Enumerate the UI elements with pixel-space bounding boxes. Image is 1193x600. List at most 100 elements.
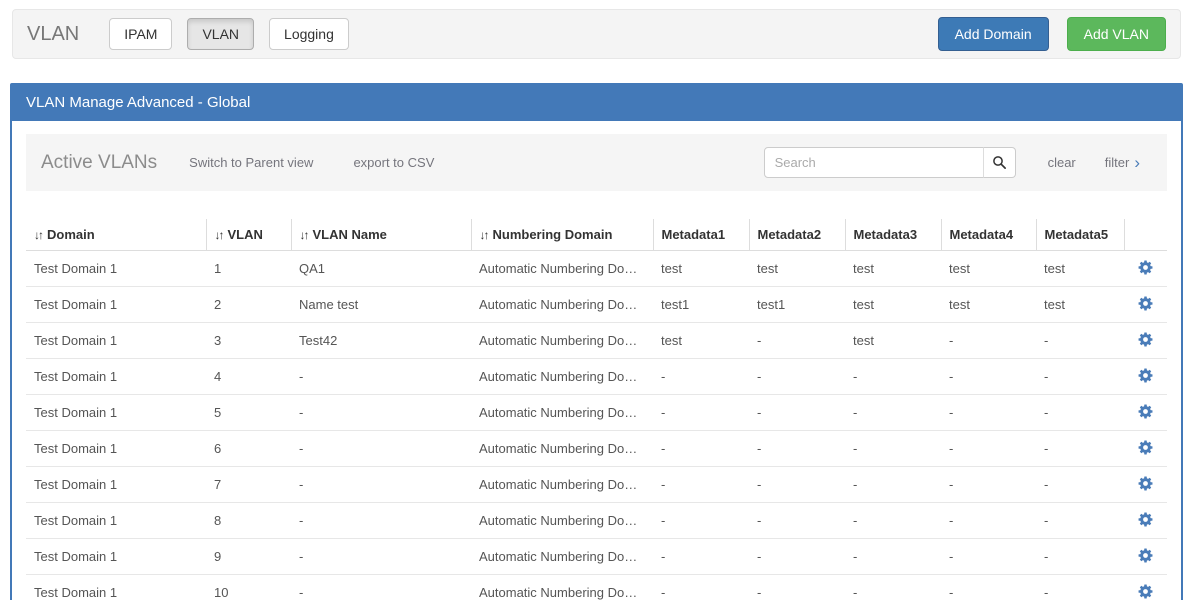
vlan-manage-panel: VLAN Manage Advanced - Global Active VLA…: [10, 83, 1183, 600]
cell-metadata5: -: [1036, 395, 1124, 431]
cell-metadata1: test: [653, 251, 749, 287]
tab-vlan[interactable]: VLAN: [187, 18, 254, 50]
gear-icon[interactable]: [1138, 404, 1153, 419]
cell-metadata3: -: [845, 431, 941, 467]
cell-metadata1: test1: [653, 287, 749, 323]
cell-metadata4: -: [941, 431, 1036, 467]
cell-vlan-name: Name test: [291, 287, 471, 323]
cell-metadata4: -: [941, 503, 1036, 539]
cell-metadata4: -: [941, 539, 1036, 575]
gear-icon[interactable]: [1138, 368, 1153, 383]
cell-metadata5: test: [1036, 287, 1124, 323]
export-csv-link[interactable]: export to CSV: [353, 155, 434, 170]
cell-numbering-domain: Automatic Numbering Doma…: [471, 251, 653, 287]
filter-label: filter: [1105, 155, 1130, 170]
table-row: Test Domain 1 1 QA1 Automatic Numbering …: [26, 251, 1167, 287]
gear-icon[interactable]: [1138, 332, 1153, 347]
cell-metadata4: -: [941, 359, 1036, 395]
sort-icon: ↓↑: [215, 228, 223, 242]
cell-numbering-domain: Automatic Numbering Doma…: [471, 323, 653, 359]
col-header-domain[interactable]: ↓↑Domain: [26, 219, 206, 251]
cell-metadata1: -: [653, 503, 749, 539]
gear-icon[interactable]: [1138, 512, 1153, 527]
cell-actions: [1124, 251, 1167, 287]
cell-metadata2: -: [749, 575, 845, 600]
toolbar-right-group: clear filter›: [764, 147, 1152, 178]
gear-icon[interactable]: [1138, 548, 1153, 563]
cell-vlan-name: -: [291, 395, 471, 431]
tab-logging[interactable]: Logging: [269, 18, 349, 50]
cell-vlan-name: -: [291, 575, 471, 600]
vlan-table-body: Test Domain 1 1 QA1 Automatic Numbering …: [26, 251, 1167, 600]
panel-body: Active VLANs Switch to Parent view expor…: [12, 121, 1181, 600]
cell-vlan: 8: [206, 503, 291, 539]
table-row: Test Domain 1 10 - Automatic Numbering D…: [26, 575, 1167, 600]
cell-vlan-name: QA1: [291, 251, 471, 287]
cell-metadata5: -: [1036, 359, 1124, 395]
cell-vlan: 7: [206, 467, 291, 503]
cell-domain: Test Domain 1: [26, 503, 206, 539]
cell-metadata5: -: [1036, 575, 1124, 600]
cell-numbering-domain: Automatic Numbering Doma…: [471, 431, 653, 467]
cell-metadata3: test: [845, 287, 941, 323]
cell-domain: Test Domain 1: [26, 575, 206, 600]
cell-metadata2: -: [749, 467, 845, 503]
col-header-vlan-name[interactable]: ↓↑VLAN Name: [291, 219, 471, 251]
filter-link[interactable]: filter›: [1105, 154, 1140, 171]
gear-icon[interactable]: [1138, 584, 1153, 599]
cell-metadata2: test: [749, 251, 845, 287]
cell-actions: [1124, 323, 1167, 359]
cell-metadata4: -: [941, 395, 1036, 431]
page-title: VLAN: [27, 23, 79, 46]
cell-actions: [1124, 431, 1167, 467]
cell-domain: Test Domain 1: [26, 323, 206, 359]
cell-numbering-domain: Automatic Numbering Doma…: [471, 395, 653, 431]
sort-icon: ↓↑: [34, 228, 42, 242]
cell-domain: Test Domain 1: [26, 287, 206, 323]
col-header-vlan[interactable]: ↓↑VLAN: [206, 219, 291, 251]
search-input[interactable]: [764, 147, 984, 178]
cell-metadata1: test: [653, 323, 749, 359]
add-domain-button[interactable]: Add Domain: [938, 17, 1049, 51]
gear-icon[interactable]: [1138, 296, 1153, 311]
sort-icon: ↓↑: [300, 228, 308, 242]
cell-actions: [1124, 467, 1167, 503]
table-row: Test Domain 1 4 - Automatic Numbering Do…: [26, 359, 1167, 395]
gear-icon[interactable]: [1138, 476, 1153, 491]
cell-numbering-domain: Automatic Numbering Doma…: [471, 539, 653, 575]
cell-metadata1: -: [653, 467, 749, 503]
cell-domain: Test Domain 1: [26, 467, 206, 503]
cell-metadata2: -: [749, 323, 845, 359]
table-row: Test Domain 1 6 - Automatic Numbering Do…: [26, 431, 1167, 467]
cell-actions: [1124, 359, 1167, 395]
col-header-metadata5: Metadata5: [1036, 219, 1124, 251]
cell-metadata2: -: [749, 359, 845, 395]
cell-vlan: 6: [206, 431, 291, 467]
cell-metadata3: -: [845, 503, 941, 539]
add-vlan-button[interactable]: Add VLAN: [1067, 17, 1166, 51]
cell-metadata3: -: [845, 395, 941, 431]
panel-heading: VLAN Manage Advanced - Global: [12, 85, 1181, 121]
gear-icon[interactable]: [1138, 260, 1153, 275]
cell-metadata1: -: [653, 431, 749, 467]
tab-ipam[interactable]: IPAM: [109, 18, 172, 50]
switch-parent-view-link[interactable]: Switch to Parent view: [189, 155, 313, 170]
cell-metadata5: -: [1036, 467, 1124, 503]
cell-domain: Test Domain 1: [26, 395, 206, 431]
cell-vlan-name: -: [291, 431, 471, 467]
cell-metadata4: -: [941, 575, 1036, 600]
cell-numbering-domain: Automatic Numbering Doma…: [471, 467, 653, 503]
cell-vlan: 5: [206, 395, 291, 431]
cell-numbering-domain: Automatic Numbering Doma…: [471, 575, 653, 600]
cell-metadata2: -: [749, 503, 845, 539]
gear-icon[interactable]: [1138, 440, 1153, 455]
cell-vlan: 1: [206, 251, 291, 287]
sort-icon: ↓↑: [480, 228, 488, 242]
table-row: Test Domain 1 3 Test42 Automatic Numberi…: [26, 323, 1167, 359]
cell-metadata1: -: [653, 575, 749, 600]
search-button[interactable]: [983, 147, 1016, 178]
clear-link[interactable]: clear: [1048, 155, 1076, 170]
col-header-numbering-domain[interactable]: ↓↑Numbering Domain: [471, 219, 653, 251]
table-row: Test Domain 1 7 - Automatic Numbering Do…: [26, 467, 1167, 503]
cell-numbering-domain: Automatic Numbering Doma…: [471, 287, 653, 323]
